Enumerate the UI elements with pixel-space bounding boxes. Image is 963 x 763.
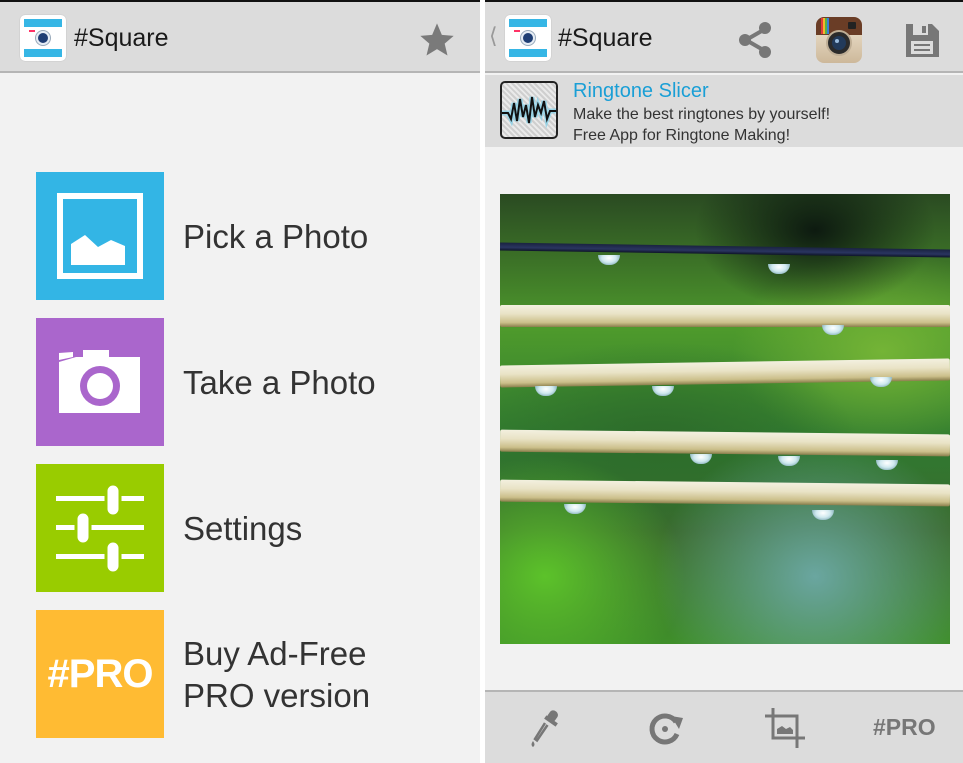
app-logo-icon[interactable] [505, 15, 551, 61]
menu-label: Buy Ad-Free PRO version [183, 635, 371, 714]
photo-drop [768, 264, 790, 274]
pro-button[interactable]: #PRO [873, 714, 936, 741]
photo-preview[interactable] [500, 194, 950, 644]
star-icon[interactable] [416, 20, 458, 60]
ad-title: Ringtone Slicer [573, 80, 709, 102]
photo-drop [822, 325, 844, 335]
menu-label: Settings [183, 510, 303, 547]
photo-drop [876, 460, 898, 470]
photo-wire [500, 429, 950, 457]
ad-banner[interactable]: Ringtone Slicer Make the best ringtones … [485, 75, 963, 147]
photo-drop [870, 377, 892, 387]
eyedropper-icon[interactable] [523, 706, 567, 750]
photo-drop [535, 386, 557, 396]
pro-badge-icon: #PRO [36, 610, 164, 738]
crop-icon[interactable] [763, 706, 807, 750]
photo-wire [500, 479, 950, 507]
share-icon[interactable] [732, 16, 780, 64]
menu-item-buy-pro[interactable]: #PRO Buy Ad-Free PRO version [36, 610, 466, 738]
sliders-icon [36, 464, 164, 592]
app-logo-icon[interactable] [20, 15, 66, 61]
rotate-icon[interactable] [643, 706, 687, 750]
photo-drop [812, 510, 834, 520]
ad-description-line-1: Make the best ringtones by yourself! [573, 106, 831, 123]
photo-drop [598, 255, 620, 265]
action-bar: ⟨ #Square [485, 0, 963, 73]
photo-wire [500, 305, 950, 327]
app-title: #Square [558, 24, 653, 52]
menu-item-pick-photo[interactable]: Pick a Photo [36, 172, 466, 300]
camera-icon [36, 318, 164, 446]
pro-badge-text: #PRO [47, 651, 154, 696]
ringtone-waveform-icon [500, 81, 558, 139]
instagram-icon[interactable] [815, 16, 863, 64]
ad-description-line-2: Free App for Ringtone Making! [573, 127, 791, 144]
menu-label: Take a Photo [183, 364, 376, 401]
editor-screen: ⟨ #Square Ringtone Slicer Make the best … [485, 0, 963, 763]
menu-label: Pick a Photo [183, 218, 369, 255]
back-chevron-icon[interactable]: ⟨ [489, 24, 498, 49]
photo-drop [690, 454, 712, 464]
photo-drop [564, 504, 586, 514]
image-icon [36, 172, 164, 300]
photo-drop [652, 386, 674, 396]
photo-wire [500, 242, 950, 258]
save-icon[interactable] [898, 16, 946, 64]
app-title: #Square [74, 24, 169, 52]
menu-item-settings[interactable]: Settings [36, 464, 466, 592]
action-bar: #Square [0, 0, 480, 73]
menu-item-take-photo[interactable]: Take a Photo [36, 318, 466, 446]
bottom-toolbar: #PRO [485, 690, 963, 763]
main-menu-screen: #Square Pick a Photo Take a Photo Settin… [0, 0, 480, 763]
photo-drop [778, 456, 800, 466]
